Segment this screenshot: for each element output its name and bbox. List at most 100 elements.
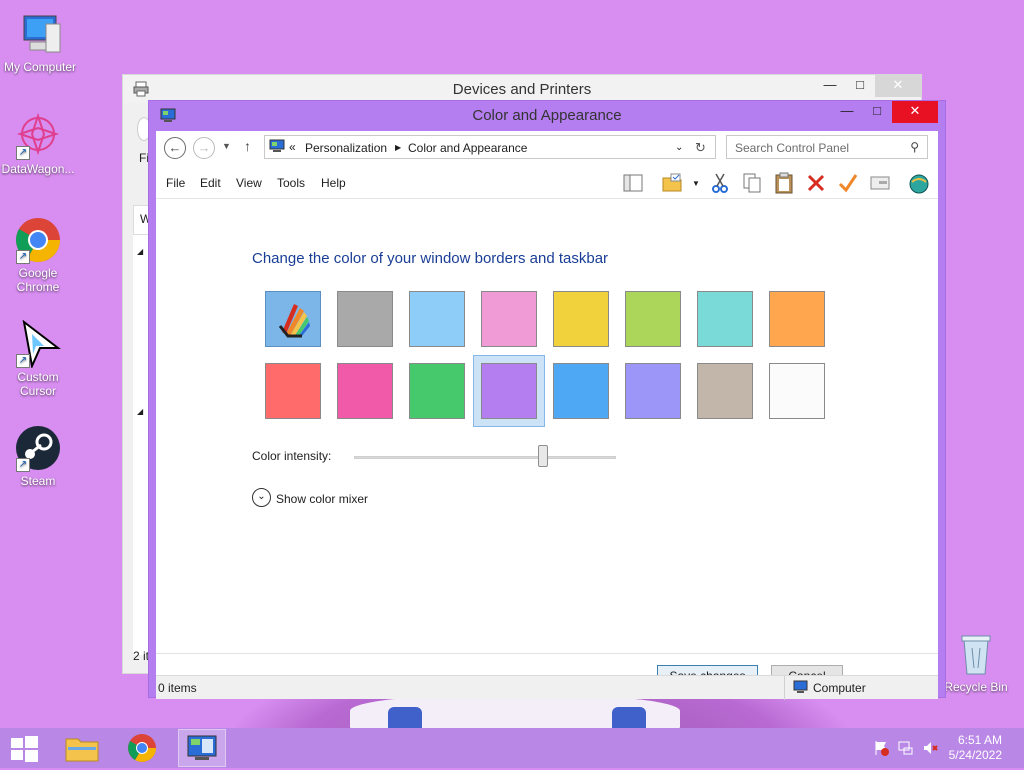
show-color-mixer-link[interactable]: Show color mixer — [276, 492, 368, 506]
shortcut-arrow-icon: ↗ — [16, 458, 30, 472]
window-title: Color and Appearance — [472, 107, 622, 124]
properties-checkmark-icon[interactable] — [837, 172, 859, 194]
address-bar[interactable]: « Personalization ▶ Color and Appearance… — [264, 135, 716, 159]
file-explorer-icon — [65, 738, 99, 762]
taskbar-control-panel[interactable] — [178, 729, 226, 767]
color-and-appearance-window[interactable]: Color and Appearance — □ ✕ ← → ▼ ↑ « Per… — [148, 100, 946, 700]
address-dropdown-chevron-icon[interactable]: ⌄ — [675, 142, 683, 153]
volume-muted-icon[interactable] — [922, 740, 938, 759]
page-title: Change the color of your window borders … — [252, 250, 609, 267]
control-panel-icon — [269, 139, 285, 156]
menu-help[interactable]: Help — [321, 176, 346, 190]
taskbar: 6:51 AM 5/24/2022 — [0, 728, 1024, 768]
search-icon: ⚲ — [910, 140, 919, 154]
desktop-icon-steam[interactable]: ↗ Steam — [0, 424, 78, 488]
shortcut-arrow-icon: ↗ — [16, 146, 30, 160]
desktop-icon-google-chrome[interactable]: ↗ Google Chrome — [0, 216, 78, 294]
nav-pane: ◢ ◢ — [133, 235, 149, 655]
color-swatch-pink[interactable] — [481, 291, 537, 347]
close-button[interactable]: ✕ — [875, 75, 921, 97]
properties-icon[interactable] — [869, 172, 891, 194]
expand-arrow-icon[interactable]: ◢ — [137, 407, 143, 416]
color-swatch-orange[interactable] — [769, 291, 825, 347]
search-placeholder: Search Control Panel — [735, 141, 850, 155]
paste-icon[interactable] — [773, 172, 795, 194]
minimize-button[interactable]: — — [815, 75, 845, 97]
close-button[interactable]: ✕ — [892, 101, 938, 123]
taskbar-file-explorer[interactable] — [58, 729, 106, 767]
start-button[interactable] — [0, 729, 48, 767]
search-input[interactable]: Search Control Panel ⚲ — [726, 135, 928, 159]
status-items-partial: 2 it — [133, 649, 150, 663]
desktop-icon-my-computer[interactable]: My Computer — [0, 10, 80, 74]
network-icon[interactable] — [898, 740, 914, 759]
action-center-flag-icon[interactable] — [873, 740, 889, 759]
delete-icon[interactable] — [805, 172, 827, 194]
breadcrumb-color-and-appearance[interactable]: Color and Appearance — [408, 141, 527, 155]
maximize-button[interactable]: □ — [862, 101, 892, 123]
desktop-icon-datawagon[interactable]: ↗ DataWagon... — [0, 112, 78, 176]
refresh-icon[interactable]: ↻ — [695, 140, 706, 156]
color-intensity-slider-thumb[interactable] — [537, 445, 548, 467]
color-swatch-red[interactable] — [265, 363, 321, 419]
folder-options-chevron-icon[interactable]: ▼ — [692, 179, 700, 188]
menu-tools[interactable]: Tools — [277, 176, 305, 190]
system-clock[interactable]: 6:51 AM 5/24/2022 — [949, 733, 1002, 763]
color-swatch-yellow[interactable] — [553, 291, 609, 347]
minimize-button[interactable]: — — [832, 101, 862, 123]
desktop-icon-label: Steam — [20, 474, 56, 488]
window-title: Devices and Printers — [452, 81, 592, 98]
computer-small-icon — [793, 680, 809, 697]
expand-arrow-icon[interactable]: ◢ — [137, 247, 143, 256]
cut-icon[interactable] — [709, 172, 731, 194]
color-swatch-sky[interactable] — [409, 291, 465, 347]
color-swatch-teal[interactable] — [697, 291, 753, 347]
shortcut-arrow-icon: ↗ — [16, 250, 30, 264]
breadcrumb-separator-icon[interactable]: ▶ — [395, 143, 401, 152]
desktop-icon-recycle-bin[interactable]: Recycle Bin — [936, 630, 1016, 694]
status-location: Computer — [813, 681, 866, 695]
color-swatch-lime[interactable] — [625, 291, 681, 347]
cursor-icon: ↗ — [14, 319, 62, 370]
menu-edit[interactable]: Edit — [200, 176, 221, 190]
color-intensity-track[interactable] — [354, 456, 616, 459]
color-swatch-periwinkle[interactable] — [625, 363, 681, 419]
status-divider — [784, 676, 785, 700]
title-bar[interactable]: Devices and Printers — □ ✕ — [123, 75, 921, 103]
recent-pages-chevron-icon[interactable]: ▼ — [222, 141, 231, 151]
menu-view[interactable]: View — [236, 176, 262, 190]
breadcrumb-personalization[interactable]: Personalization — [305, 141, 387, 155]
back-arrow-icon[interactable]: ← — [164, 137, 186, 159]
color-swatch-automatic[interactable] — [265, 291, 321, 347]
expand-chevron-icon[interactable]: ⌄ — [252, 488, 271, 507]
folder-options-icon[interactable] — [661, 172, 683, 194]
desktop-icon-label: Custom Cursor — [17, 370, 59, 398]
up-arrow-icon[interactable]: ↑ — [244, 138, 251, 154]
menu-bar: File Edit View Tools Help ▼ — [156, 167, 938, 199]
desktop-icon-label: Recycle Bin — [944, 680, 1008, 694]
color-swatch-gray[interactable] — [337, 291, 393, 347]
chrome-icon: ↗ — [14, 216, 62, 264]
color-swatch-purple-selected[interactable] — [481, 363, 537, 419]
copy-icon[interactable] — [741, 172, 763, 194]
title-bar[interactable]: Color and Appearance — □ ✕ — [156, 101, 938, 131]
color-swatch-magenta[interactable] — [337, 363, 393, 419]
layout-pane-icon[interactable] — [622, 172, 644, 194]
chrome-icon — [128, 734, 156, 762]
menu-file[interactable]: File — [166, 176, 185, 190]
internet-options-globe-icon[interactable] — [908, 172, 930, 194]
forward-arrow-icon[interactable]: → — [193, 137, 215, 159]
desktop-icon-label: My Computer — [3, 60, 77, 74]
clock-date: 5/24/2022 — [948, 748, 1002, 762]
maximize-button[interactable]: □ — [845, 75, 875, 97]
color-swatch-blue[interactable] — [553, 363, 609, 419]
color-palette-icon — [278, 304, 310, 338]
desktop-icon-custom-cursor[interactable]: ↗ Custom Cursor — [0, 319, 78, 398]
color-swatch-white[interactable] — [769, 363, 825, 419]
shortcut-arrow-icon: ↗ — [16, 354, 30, 368]
breadcrumb-overflow[interactable]: « — [289, 140, 296, 154]
steam-icon: ↗ — [14, 424, 62, 472]
color-swatch-green[interactable] — [409, 363, 465, 419]
taskbar-google-chrome[interactable] — [118, 729, 166, 767]
color-swatch-taupe[interactable] — [697, 363, 753, 419]
